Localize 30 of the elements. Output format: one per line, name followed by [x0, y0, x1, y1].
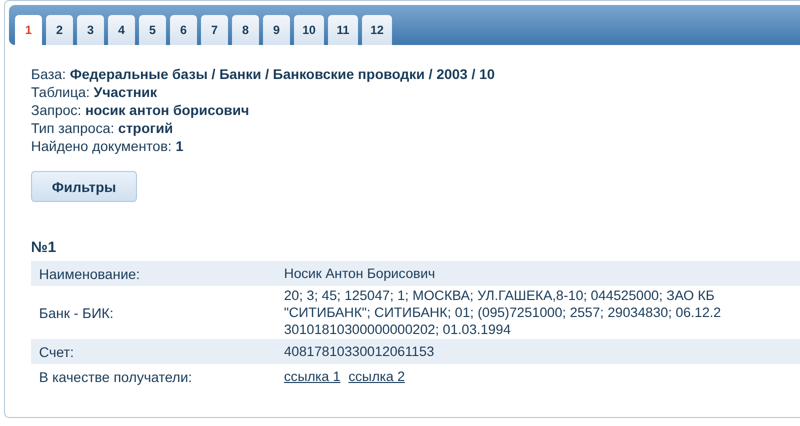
info-line: Запрос: носик антон борисович: [31, 101, 250, 119]
filters-button[interactable]: Фильтры: [31, 171, 137, 202]
field-value: 40817810330012061153: [284, 343, 434, 360]
page-tab[interactable]: 3: [77, 15, 104, 45]
page-tab[interactable]: 7: [201, 15, 228, 45]
page-tab[interactable]: 6: [170, 15, 197, 45]
field-label: Счет:: [38, 344, 75, 360]
field-value: 20; 3; 45; 125047; 1; МОСКВА; УЛ.ГАШЕКА,8-10; 044525000; ЗАО КБ: [284, 287, 715, 304]
link[interactable]: ссылка 1: [284, 369, 340, 384]
page-tab[interactable]: 5: [139, 15, 166, 45]
info-line: Найдено документов: 1: [31, 137, 184, 155]
page-tab[interactable]: 2: [46, 15, 73, 45]
field-label: Наименование:: [38, 266, 141, 282]
page-tab[interactable]: 8: [232, 15, 259, 45]
field-label: В качестве получатели:: [38, 368, 194, 384]
field-value: "СИТИБАНК"; СИТИБАНК; 01; (095)7251000; 2557; 29034830; 06.12.2: [284, 304, 721, 321]
info-line: Тип запроса: строгий: [31, 119, 173, 137]
record-title: №1: [31, 238, 56, 258]
page-tab[interactable]: 10: [294, 15, 324, 45]
page-tab[interactable]: 11: [328, 15, 358, 45]
field-value: Носик Антон Борисович: [284, 265, 436, 282]
page-tab[interactable]: 4: [108, 15, 135, 45]
page-tab[interactable]: 9: [263, 15, 290, 45]
info-line: Таблица: Участник: [31, 83, 158, 101]
page-tab[interactable]: 1: [15, 15, 42, 45]
info-line: База: Федеральные базы / Банки / Банковские проводки / 2003 / 10: [31, 65, 495, 83]
link[interactable]: ссылка 2: [348, 369, 405, 384]
page-tab[interactable]: 12: [362, 15, 392, 45]
field-value: 30101810300000000202; 01.03.1994: [284, 321, 511, 338]
field-label: Банк - БИК:: [38, 304, 115, 320]
